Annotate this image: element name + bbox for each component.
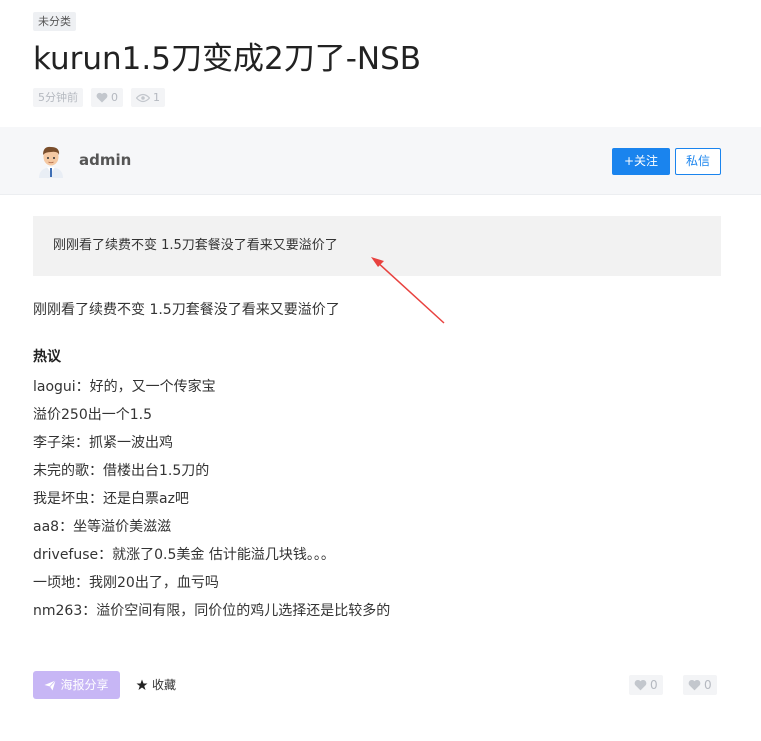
- comment-item: 一顷地：我刚20出了，血亏吗: [33, 575, 219, 591]
- comment-item: nm263：溢价空间有限，同价位的鸡儿选择还是比较多的: [33, 603, 391, 619]
- category-tag[interactable]: 未分类: [33, 12, 76, 31]
- time-badge: 5分钟前: [33, 88, 83, 107]
- like-count-secondary: 0: [704, 678, 712, 692]
- time-ago-text: 5分钟前: [38, 91, 78, 104]
- favorite-button[interactable]: 收藏: [136, 677, 176, 693]
- author-name[interactable]: admin: [79, 151, 131, 169]
- private-message-button[interactable]: 私信: [675, 148, 721, 175]
- post-meta: 5分钟前 0 1: [33, 88, 165, 107]
- share-label: 海报分享: [60, 678, 109, 692]
- likes-count: 0: [111, 91, 118, 104]
- poster-share-button[interactable]: 海报分享: [33, 671, 120, 699]
- like-button[interactable]: 0: [629, 675, 663, 695]
- eye-icon: [136, 93, 150, 102]
- heart-icon: [688, 679, 701, 691]
- comment-item: aa8：坐等溢价美滋滋: [33, 519, 172, 535]
- star-icon: [136, 679, 148, 690]
- comment-item: 我是坏虫：还是白票az吧: [33, 491, 189, 507]
- comment-item: laogui：好的，又一个传家宝: [33, 379, 216, 395]
- favorite-label: 收藏: [152, 678, 177, 692]
- post-title: kurun1.5刀变成2刀了-NSB: [33, 41, 422, 77]
- send-icon: [44, 679, 57, 690]
- like-button-secondary[interactable]: 0: [683, 675, 717, 695]
- views-badge: 1: [131, 88, 165, 107]
- comment-item: drivefuse：就涨了0.5美金 估计能溢几块钱。。。: [33, 547, 335, 563]
- annotation-arrow: [371, 257, 445, 324]
- views-count: 1: [153, 91, 160, 104]
- author-bar: admin +关注 私信: [0, 127, 761, 195]
- comment-item: 溢价250出一个1.5: [33, 407, 152, 423]
- likes-badge: 0: [91, 88, 123, 107]
- comment-item: 李子柒：抓紧一波出鸡: [33, 435, 173, 451]
- avatar[interactable]: [33, 142, 69, 178]
- heart-icon: [96, 92, 108, 103]
- hot-discussion-heading: 热议: [33, 349, 61, 365]
- heart-icon: [634, 679, 647, 691]
- follow-button[interactable]: +关注: [612, 148, 670, 175]
- like-count: 0: [650, 678, 658, 692]
- hot-comments-list: laogui：好的，又一个传家宝 溢价250出一个1.5 李子柒：抓紧一波出鸡 …: [33, 373, 390, 625]
- body-paragraph: 刚刚看了续费不变 1.5刀套餐没了看来又要溢价了: [33, 302, 340, 318]
- comment-item: 未完的歌：借楼出台1.5刀的: [33, 463, 210, 479]
